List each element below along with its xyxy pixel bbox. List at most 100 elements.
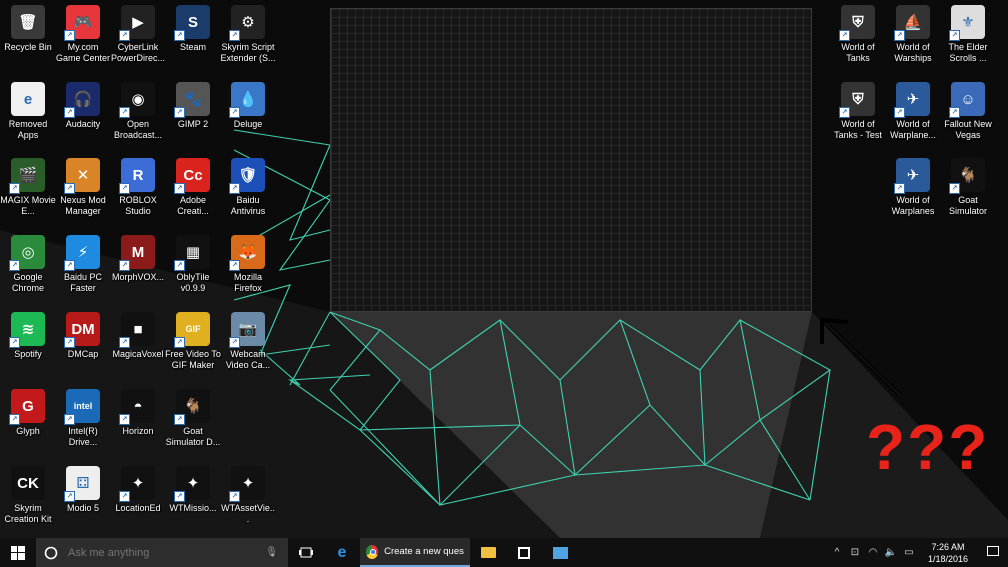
icon-glyph: 🎬 xyxy=(18,166,38,184)
desktop-icon[interactable]: ⚡ ↗ Baidu PC Faster xyxy=(55,235,111,294)
chevron-up-icon[interactable]: ^ xyxy=(830,547,844,558)
icon-glyph: ⛨ xyxy=(852,13,864,31)
icon-glyph: ◎ xyxy=(21,243,35,261)
desktop-icon[interactable]: ✦ ↗ LocationEd xyxy=(110,466,166,514)
icon-glyph: R xyxy=(132,166,144,184)
desktop-icon-label: Recycle Bin xyxy=(4,42,52,52)
shortcut-arrow-icon: ↗ xyxy=(229,260,240,271)
desktop-icon[interactable]: G ↗ Glyph xyxy=(0,389,56,437)
clock[interactable]: 7:26 AM 1/18/2016 xyxy=(918,541,978,565)
windows-logo-icon xyxy=(11,545,25,560)
desktop-icon-label: Deluge xyxy=(233,119,263,129)
search-input[interactable] xyxy=(66,545,250,560)
keyboard-icon[interactable]: ▭ xyxy=(902,547,916,558)
desktop-icon[interactable]: ≋ ↗ Spotify xyxy=(0,312,56,360)
desktop-icon[interactable]: M ↗ MorphVOX... xyxy=(110,235,166,283)
network-icon[interactable]: ⊡ xyxy=(848,547,862,558)
volume-icon[interactable]: 🔈 xyxy=(884,547,898,558)
wifi-icon[interactable]: ◠ xyxy=(866,547,880,558)
desktop-icon[interactable]: ⛨ ↗ World of Tanks xyxy=(830,5,886,64)
desktop-icon-label: Nexus Mod Manager xyxy=(60,195,106,216)
chrome-icon xyxy=(366,544,379,559)
desktop-icon[interactable]: CK Skyrim Creation Kit xyxy=(0,466,56,525)
shortcut-arrow-icon: ↗ xyxy=(174,183,185,194)
desktop-icon-label: Google Chrome xyxy=(11,272,44,293)
app-pinned-button[interactable] xyxy=(542,538,578,567)
desktop-icon-label: Spotify xyxy=(14,349,42,359)
desktop-icon[interactable]: ◓ ↗ Horizon xyxy=(110,389,166,437)
desktop-icon[interactable]: S ↗ Steam xyxy=(165,5,221,53)
desktop-icon[interactable]: 🐐 ↗ Goat Simulator xyxy=(940,158,996,217)
desktop-icon[interactable]: 💧 ↗ Deluge xyxy=(220,82,276,130)
desktop-icon[interactable]: 🎬 ↗ MAGIX Movie E... xyxy=(0,158,56,217)
desktop-icon-label: LocationEd xyxy=(115,503,161,513)
desktop-icon[interactable]: ▶ ↗ CyberLink PowerDirec... xyxy=(110,5,166,64)
desktop-icon[interactable]: ⚙ ↗ Skyrim Script Extender (S... xyxy=(220,5,276,64)
desktop-icon[interactable]: 🛡 ↗ Baidu Antivirus xyxy=(220,158,276,217)
shortcut-arrow-icon: ↗ xyxy=(64,491,75,502)
desktop-icon[interactable]: ✦ ↗ WTMissio... xyxy=(165,466,221,514)
chrome-taskbar-app[interactable]: Create a new questi... xyxy=(360,538,470,567)
shortcut-arrow-icon: ↗ xyxy=(119,337,130,348)
desktop-icon[interactable]: R ↗ ROBLOX Studio xyxy=(110,158,166,217)
desktop-icon[interactable]: Cc ↗ Adobe Creati... xyxy=(165,158,221,217)
action-center-button[interactable] xyxy=(978,546,1008,559)
file-explorer-button[interactable] xyxy=(470,538,506,567)
shortcut-arrow-icon: ↗ xyxy=(949,183,960,194)
desktop-icon[interactable]: ⚜ ↗ The Elder Scrolls ... xyxy=(940,5,996,64)
desktop-icon[interactable]: ◉ ↗ Open Broadcast... xyxy=(110,82,166,141)
start-button[interactable] xyxy=(0,538,36,567)
clock-time: 7:26 AM xyxy=(931,541,965,552)
cortana-search-box[interactable]: 🎙 xyxy=(36,538,288,567)
desktop-icon[interactable]: 🦊 ↗ Mozilla Firefox xyxy=(220,235,276,294)
icon-glyph: ✦ xyxy=(241,474,255,492)
desktop-icon[interactable]: 🗑 Recycle Bin xyxy=(0,5,56,53)
desktop-icon-label: WTAssetVie... xyxy=(221,503,275,524)
shortcut-arrow-icon: ↗ xyxy=(9,414,20,425)
vault-boy-icon: ☺ ↗ xyxy=(949,82,985,118)
desktop-icon[interactable]: ✕ ↗ Nexus Mod Manager xyxy=(55,158,111,217)
desktop-icon[interactable]: ☺ ↗ Fallout New Vegas xyxy=(940,82,996,141)
desktop-icon[interactable]: ▦ ↗ OblyTile v0.9.9 xyxy=(165,235,221,294)
desktop-icon[interactable]: ⛵ ↗ World of Warships xyxy=(885,5,941,64)
microphone-icon[interactable]: 🎙 xyxy=(265,547,278,558)
icon-glyph: 🗑 xyxy=(18,13,38,31)
desktop-icon[interactable]: 🐾 ↗ GIMP 2 xyxy=(165,82,221,130)
desktop-icon[interactable]: 📷 ↗ Webcam Video Ca... xyxy=(220,312,276,371)
desktop-icon[interactable]: GIF ↗ Free Video To GIF Maker xyxy=(165,312,221,371)
glyph-icon: G ↗ xyxy=(9,389,45,425)
desktop-icon[interactable]: DM ↗ DMCap xyxy=(55,312,111,360)
desktop-icon-label: World of Tanks xyxy=(841,42,875,63)
desktop-icon[interactable]: ✈ ↗ World of Warplane... xyxy=(885,82,941,141)
desktop-icon-label: Goat Simulator D... xyxy=(165,426,221,447)
active-window-title: Create a new questi... xyxy=(384,546,464,557)
desktop-icon[interactable]: ✦ ↗ WTAssetVie... xyxy=(220,466,276,525)
shortcut-arrow-icon: ↗ xyxy=(119,107,130,118)
headphones-icon: 🎧 ↗ xyxy=(64,82,100,118)
desktop-icon[interactable]: 🐐 ↗ Goat Simulator D... xyxy=(165,389,221,448)
icon-glyph: ⚃ xyxy=(76,474,90,492)
desktop-icon[interactable]: ✈ ↗ World of Warplanes xyxy=(885,158,941,217)
icon-glyph: ◓ xyxy=(133,397,143,415)
icon-glyph: ⚡ xyxy=(77,243,89,261)
task-view-button[interactable] xyxy=(288,538,324,567)
icon-glyph: ⚙ xyxy=(241,13,255,31)
desktop-icon-label: OblyTile v0.9.9 xyxy=(176,272,210,293)
cortana-circle-icon xyxy=(44,546,58,559)
desktop-icon[interactable]: 🎮 ↗ My.com Game Center xyxy=(55,5,111,64)
warthunder-icon: ✦ ↗ xyxy=(119,466,155,502)
desktop-icon[interactable]: ⛨ ↗ World of Tanks - Test xyxy=(830,82,886,141)
desktop-icon[interactable]: ■ ↗ MagicaVoxel xyxy=(110,312,166,360)
desktop-icon[interactable]: ◎ ↗ Google Chrome xyxy=(0,235,56,294)
store-button[interactable] xyxy=(506,538,542,567)
desktop-icon[interactable]: intel ↗ Intel(R) Drive... xyxy=(55,389,111,448)
blue-app-icon xyxy=(552,546,568,559)
video-editor-icon: ▶ ↗ xyxy=(119,5,155,41)
shortcut-arrow-icon: ↗ xyxy=(839,107,850,118)
shortcut-arrow-icon: ↗ xyxy=(119,30,130,41)
desktop-icon[interactable]: 🎧 ↗ Audacity xyxy=(55,82,111,130)
desktop-icon[interactable]: e Removed Apps xyxy=(0,82,56,141)
desktop-icon[interactable]: ⚃ ↗ Modio 5 xyxy=(55,466,111,514)
icon-glyph: ⚜ xyxy=(961,13,975,31)
edge-taskbar-button[interactable]: e xyxy=(324,538,360,567)
